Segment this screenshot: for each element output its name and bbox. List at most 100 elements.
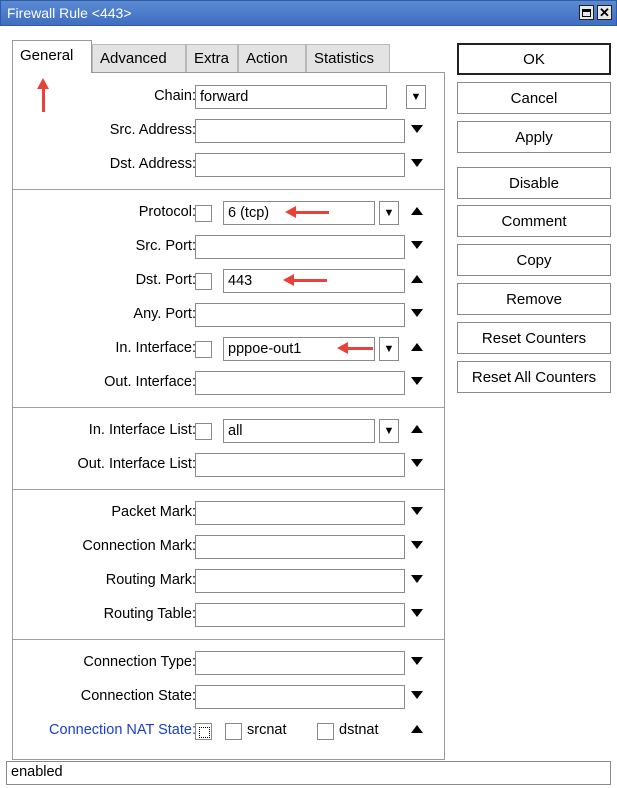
chain-label: Chain: bbox=[154, 88, 196, 104]
section-divider bbox=[13, 489, 444, 491]
status-bar: enabled bbox=[6, 761, 611, 785]
cancel-button[interactable]: Cancel bbox=[457, 82, 611, 114]
packet-mark-expand-icon[interactable] bbox=[411, 507, 423, 515]
src-port-field[interactable] bbox=[195, 235, 405, 259]
src-port-label: Src. Port: bbox=[135, 238, 196, 254]
tab-advanced[interactable]: Advanced bbox=[92, 44, 186, 72]
chain-row: Chain: forward ▼ bbox=[13, 85, 446, 111]
packet-mark-label: Packet Mark: bbox=[111, 504, 196, 520]
dst-port-collapse-icon[interactable] bbox=[411, 275, 423, 283]
out-interface-list-label: Out. Interface List: bbox=[77, 456, 196, 472]
copy-button[interactable]: Copy bbox=[457, 244, 611, 276]
protocol-dropdown-button[interactable]: ▼ bbox=[379, 201, 399, 225]
routing-mark-row: Routing Mark: bbox=[13, 569, 446, 595]
tab-statistics[interactable]: Statistics bbox=[306, 44, 390, 72]
in-interface-list-invert-checkbox[interactable] bbox=[195, 423, 212, 440]
connection-nat-state-invert-checkbox[interactable] bbox=[195, 723, 212, 740]
dst-address-row: Dst. Address: bbox=[13, 153, 446, 179]
in-interface-list-dropdown-button[interactable]: ▼ bbox=[379, 419, 399, 443]
routing-table-field[interactable] bbox=[195, 603, 405, 627]
connection-type-field[interactable] bbox=[195, 651, 405, 675]
in-interface-list-row: In. Interface List: all ▼ bbox=[13, 419, 446, 445]
any-port-field[interactable] bbox=[195, 303, 405, 327]
connection-mark-expand-icon[interactable] bbox=[411, 541, 423, 549]
comment-button[interactable]: Comment bbox=[457, 205, 611, 237]
srcnat-checkbox[interactable] bbox=[225, 723, 242, 740]
dst-port-invert-checkbox[interactable] bbox=[195, 273, 212, 290]
connection-type-label: Connection Type: bbox=[83, 654, 196, 670]
src-address-label: Src. Address: bbox=[109, 122, 196, 138]
out-interface-list-expand-icon[interactable] bbox=[411, 459, 423, 467]
close-button[interactable]: ✕ bbox=[597, 5, 612, 20]
section-divider bbox=[13, 407, 444, 409]
connection-state-label: Connection State: bbox=[80, 688, 196, 704]
connection-type-expand-icon[interactable] bbox=[411, 657, 423, 665]
in-interface-dropdown-button[interactable]: ▼ bbox=[379, 337, 399, 361]
firewall-rule-window: General Advanced Extra Action Statistics… bbox=[0, 26, 617, 788]
connection-state-field[interactable] bbox=[195, 685, 405, 709]
connection-mark-row: Connection Mark: bbox=[13, 535, 446, 561]
in-interface-invert-checkbox[interactable] bbox=[195, 341, 212, 358]
tab-extra[interactable]: Extra bbox=[186, 44, 238, 72]
connection-state-expand-icon[interactable] bbox=[411, 691, 423, 699]
connection-nat-state-collapse-icon[interactable] bbox=[411, 725, 423, 733]
tab-action[interactable]: Action bbox=[238, 44, 306, 72]
routing-mark-field[interactable] bbox=[195, 569, 405, 593]
dst-port-label: Dst. Port: bbox=[135, 272, 196, 288]
in-interface-list-collapse-icon[interactable] bbox=[411, 425, 423, 433]
annotation-arrow-icon bbox=[285, 206, 329, 218]
in-interface-row: In. Interface: pppoe-out1 ▼ bbox=[13, 337, 446, 363]
ok-button[interactable]: OK bbox=[457, 43, 611, 75]
packet-mark-field[interactable] bbox=[195, 501, 405, 525]
dst-address-label: Dst. Address: bbox=[109, 156, 196, 172]
src-address-row: Src. Address: bbox=[13, 119, 446, 145]
reset-all-counters-button[interactable]: Reset All Counters bbox=[457, 361, 611, 393]
remove-button[interactable]: Remove bbox=[457, 283, 611, 315]
general-panel: Chain: forward ▼ Src. Address: Dst. Addr… bbox=[12, 72, 445, 760]
maximize-button[interactable] bbox=[579, 5, 594, 20]
src-port-row: Src. Port: bbox=[13, 235, 446, 261]
routing-mark-expand-icon[interactable] bbox=[411, 575, 423, 583]
dst-address-field[interactable] bbox=[195, 153, 405, 177]
connection-mark-field[interactable] bbox=[195, 535, 405, 559]
in-interface-list-field[interactable]: all bbox=[223, 419, 375, 443]
annotation-arrow-icon bbox=[337, 342, 373, 354]
in-interface-list-label: In. Interface List: bbox=[88, 422, 196, 438]
in-interface-label: In. Interface: bbox=[115, 340, 196, 356]
dstnat-checkbox[interactable] bbox=[317, 723, 334, 740]
routing-mark-label: Routing Mark: bbox=[105, 572, 196, 588]
apply-button[interactable]: Apply bbox=[457, 121, 611, 153]
src-port-expand-icon[interactable] bbox=[411, 241, 423, 249]
connection-mark-label: Connection Mark: bbox=[82, 538, 196, 554]
in-interface-collapse-icon[interactable] bbox=[411, 343, 423, 351]
dst-port-row: Dst. Port: 443 bbox=[13, 269, 446, 295]
title-bar: Firewall Rule <443> ✕ bbox=[0, 0, 617, 26]
window-title: Firewall Rule <443> bbox=[7, 5, 132, 21]
reset-counters-button[interactable]: Reset Counters bbox=[457, 322, 611, 354]
chain-dropdown-button[interactable]: ▼ bbox=[406, 85, 426, 109]
src-address-field[interactable] bbox=[195, 119, 405, 143]
annotation-arrow-up-icon bbox=[37, 78, 49, 112]
connection-nat-state-label: Connection NAT State: bbox=[49, 722, 196, 738]
out-interface-list-field[interactable] bbox=[195, 453, 405, 477]
any-port-row: Any. Port: bbox=[13, 303, 446, 329]
section-divider bbox=[13, 639, 444, 641]
annotation-arrow-icon bbox=[283, 274, 327, 286]
routing-table-expand-icon[interactable] bbox=[411, 609, 423, 617]
disable-button[interactable]: Disable bbox=[457, 167, 611, 199]
src-address-expand-icon[interactable] bbox=[411, 125, 423, 133]
protocol-invert-checkbox[interactable] bbox=[195, 205, 212, 222]
connection-state-row: Connection State: bbox=[13, 685, 446, 711]
protocol-row: Protocol: 6 (tcp) ▼ bbox=[13, 201, 446, 227]
dst-address-expand-icon[interactable] bbox=[411, 159, 423, 167]
routing-table-row: Routing Table: bbox=[13, 603, 446, 629]
out-interface-field[interactable] bbox=[195, 371, 405, 395]
routing-table-label: Routing Table: bbox=[103, 606, 196, 622]
any-port-expand-icon[interactable] bbox=[411, 309, 423, 317]
chain-field[interactable]: forward bbox=[195, 85, 387, 109]
srcnat-label: srcnat bbox=[247, 722, 287, 738]
out-interface-expand-icon[interactable] bbox=[411, 377, 423, 385]
tab-general[interactable]: General bbox=[12, 40, 92, 73]
protocol-label: Protocol: bbox=[138, 204, 196, 220]
protocol-collapse-icon[interactable] bbox=[411, 207, 423, 215]
